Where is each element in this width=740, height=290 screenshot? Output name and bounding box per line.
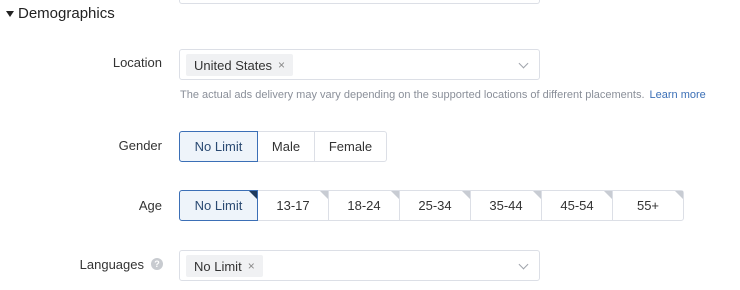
section-title: Demographics — [18, 4, 115, 22]
gender-option-no-limit[interactable]: No Limit — [179, 131, 258, 162]
location-hint: The actual ads delivery may vary dependi… — [180, 89, 706, 101]
remove-languages-tag-icon[interactable]: × — [248, 260, 255, 272]
help-icon[interactable]: ? — [151, 258, 163, 270]
corner-marker-icon — [604, 191, 612, 199]
age-option-label: 55+ — [636, 198, 660, 213]
age-label: Age — [138, 198, 162, 213]
corner-marker-icon — [462, 191, 470, 199]
gender-label: Gender — [118, 138, 162, 153]
age-option-25-34[interactable]: 25-34 — [399, 190, 471, 221]
corner-marker-icon — [675, 191, 683, 199]
age-option-35-44[interactable]: 35-44 — [470, 190, 542, 221]
age-option-55-plus[interactable]: 55+ — [612, 190, 684, 221]
corner-marker-icon — [533, 191, 541, 199]
age-option-18-24[interactable]: 18-24 — [328, 190, 400, 221]
languages-label: Languages — [79, 257, 144, 272]
age-option-45-54[interactable]: 45-54 — [541, 190, 613, 221]
age-option-label: No Limit — [194, 198, 243, 213]
age-option-13-17[interactable]: 13-17 — [257, 190, 329, 221]
languages-tag: No Limit × — [186, 255, 263, 277]
location-tag-text: United States — [194, 57, 273, 73]
remove-location-tag-icon[interactable]: × — [278, 59, 285, 71]
age-options: No Limit 13-17 18-24 25-34 35-44 45-54 5… — [179, 190, 684, 221]
gender-options: No Limit Male Female — [179, 131, 387, 162]
age-option-label: 45-54 — [560, 198, 594, 213]
languages-tag-text: No Limit — [194, 258, 242, 274]
age-option-label: 25-34 — [418, 198, 452, 213]
corner-marker-icon — [391, 191, 399, 199]
location-tag: United States × — [186, 54, 294, 76]
previous-field-bottom — [179, 0, 540, 4]
corner-marker-icon — [320, 191, 328, 199]
chevron-down-icon[interactable] — [518, 58, 529, 69]
gender-option-female[interactable]: Female — [314, 131, 387, 162]
age-option-label: 35-44 — [489, 198, 523, 213]
demographics-section-toggle[interactable]: Demographics — [6, 3, 115, 23]
age-option-label: 18-24 — [347, 198, 381, 213]
languages-select[interactable]: No Limit × — [179, 250, 540, 281]
chevron-down-icon[interactable] — [518, 259, 529, 270]
gender-option-male[interactable]: Male — [257, 131, 315, 162]
age-option-no-limit[interactable]: No Limit — [179, 190, 258, 221]
age-option-label: 13-17 — [276, 198, 310, 213]
learn-more-link[interactable]: Learn more — [650, 89, 706, 101]
location-select[interactable]: United States × — [179, 49, 540, 80]
caret-down-icon — [6, 10, 14, 17]
corner-marker-icon — [249, 191, 257, 199]
location-label: Location — [112, 55, 162, 70]
location-hint-text: The actual ads delivery may vary dependi… — [180, 89, 645, 101]
